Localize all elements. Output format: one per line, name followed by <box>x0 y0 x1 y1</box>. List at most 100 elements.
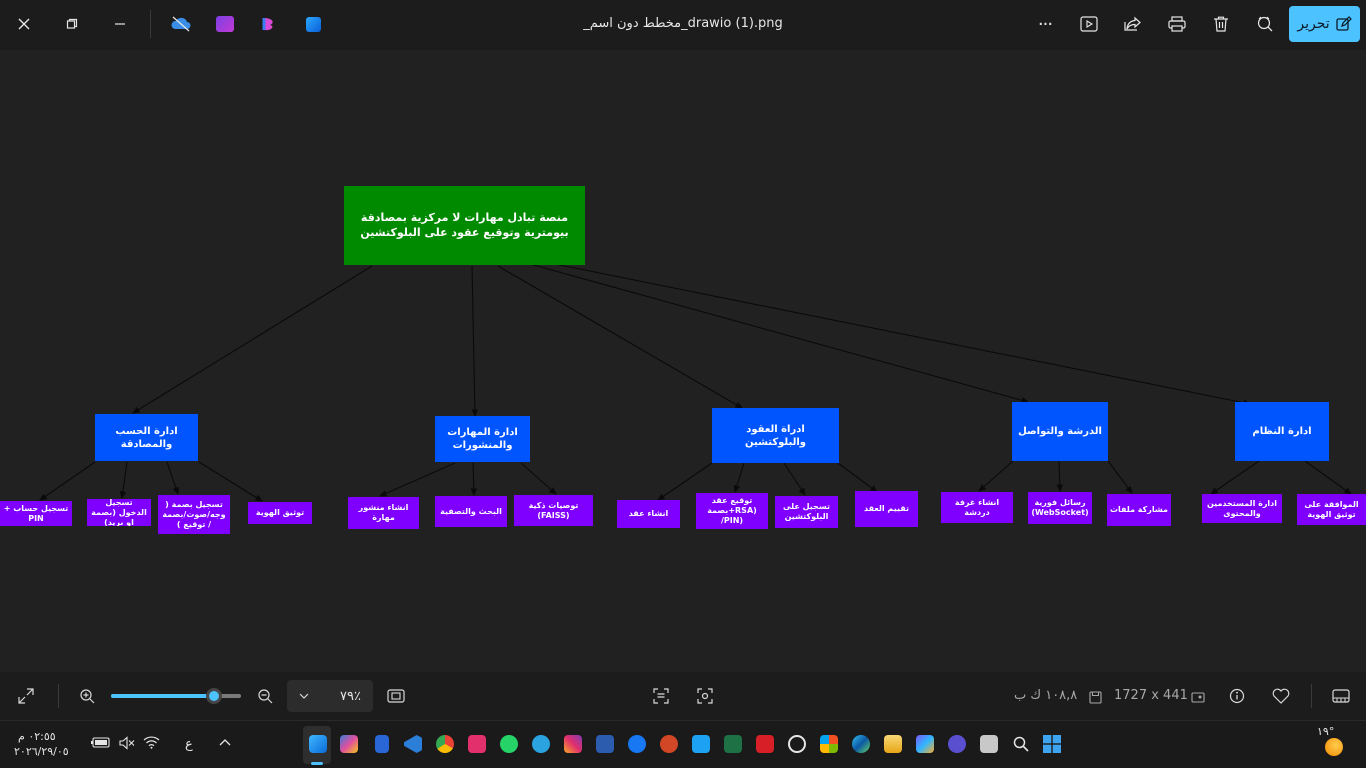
wifi-icon[interactable] <box>143 735 160 753</box>
language-indicator[interactable]: ع <box>185 737 193 752</box>
zoom-value: ٧٩٪ <box>340 688 361 704</box>
acrobat-app-icon[interactable] <box>756 735 774 753</box>
file-size-value: ١٠٨,٨ ك ب <box>1014 688 1078 703</box>
connector-line <box>132 265 373 414</box>
category-node: ادارة المهارات والمنشورات <box>435 416 530 462</box>
leaf-node: توصيات ذكية (FAISS) <box>514 495 593 526</box>
word-app-icon[interactable] <box>596 735 614 753</box>
category-node: ادارة الحسب والمصادقة <box>95 414 198 461</box>
share-icon <box>1124 16 1141 31</box>
toolbar-divider <box>1311 684 1312 708</box>
leaf-node: انشاء عقد <box>617 500 680 528</box>
connector-line <box>1056 460 1064 493</box>
connector-line <box>544 261 1252 406</box>
connector-line <box>166 461 179 496</box>
app-icon-window[interactable] <box>980 735 998 753</box>
filmstrip-button[interactable] <box>1329 684 1353 708</box>
chrome-app-icon[interactable] <box>436 735 454 753</box>
notepad-app-icon[interactable] <box>375 735 389 753</box>
telegram-app-icon[interactable] <box>532 735 550 753</box>
focus-icon <box>697 688 713 704</box>
volume-muted-icon[interactable] <box>119 736 135 754</box>
file-explorer-app-icon[interactable] <box>884 735 902 753</box>
store-app-icon[interactable] <box>820 735 838 753</box>
zoom-out-button[interactable] <box>253 684 277 708</box>
connector-line <box>1210 460 1260 495</box>
crop-focus-button[interactable] <box>693 684 717 708</box>
trash-icon <box>1214 16 1228 32</box>
visual-search-button[interactable] <box>1247 6 1283 42</box>
weather-temp[interactable]: ١٩° <box>1317 725 1334 738</box>
heart-icon <box>1272 688 1290 704</box>
title-bar: _مخطط دون اسم_drawio (1).png ··· تحرير <box>0 0 1366 50</box>
filmstrip-icon <box>1332 689 1350 703</box>
battery-icon[interactable] <box>91 736 111 752</box>
connector-line <box>470 462 478 497</box>
text-scan-button[interactable] <box>649 684 673 708</box>
chatgpt-app-icon[interactable] <box>788 735 806 753</box>
chevron-up-icon <box>219 739 231 746</box>
zoom-in-button[interactable] <box>75 684 99 708</box>
info-icon <box>1229 688 1245 704</box>
connector-line <box>1304 460 1352 495</box>
zoom-dropdown[interactable]: ٧٩٪ <box>287 680 373 712</box>
app-icon-p[interactable] <box>468 735 486 753</box>
clock-date: ٢٠٢٦/٢٩/٠٥ <box>14 745 69 758</box>
scan-text-icon <box>653 688 669 704</box>
office-app-icon[interactable] <box>916 735 934 753</box>
root-node: منصة تبادل مهارات لا مركزية بمصادقة بيوم… <box>344 186 585 265</box>
connector-line <box>471 265 479 418</box>
twitter-app-icon[interactable] <box>692 735 710 753</box>
save-icon <box>1083 685 1107 709</box>
photos-app-icon[interactable] <box>309 735 327 753</box>
actual-size-button[interactable] <box>384 684 408 708</box>
category-node: الدرشة والتواصل <box>1012 402 1108 461</box>
more-button[interactable]: ··· <box>1027 6 1063 42</box>
powerpoint-app-icon[interactable] <box>660 735 678 753</box>
connector-line <box>837 462 878 493</box>
system-clock[interactable]: ٠٢:٥٥ م ٢٠٢٦/٢٩/٠٥ <box>14 729 69 759</box>
connector-line <box>978 460 1014 492</box>
play-icon <box>1080 16 1098 32</box>
edit-button[interactable]: تحرير <box>1289 6 1360 42</box>
connector-line <box>119 461 128 500</box>
edge-app-icon[interactable] <box>852 735 870 753</box>
leaf-node: ادارة المستخدمين والمحتوى <box>1202 494 1282 523</box>
share-button[interactable] <box>1115 6 1151 42</box>
print-button[interactable] <box>1159 6 1195 42</box>
leaf-node: مشاركة ملفات <box>1107 494 1171 526</box>
instagram-app-icon[interactable] <box>564 735 582 753</box>
excel-app-icon[interactable] <box>724 735 742 753</box>
start-button[interactable] <box>1043 735 1061 757</box>
leaf-node: تسجيل على البلوكتشين <box>775 496 838 528</box>
facebook-app-icon[interactable] <box>628 735 646 753</box>
delete-button[interactable] <box>1203 6 1239 42</box>
leaf-node: البحث والتصفية <box>435 496 507 527</box>
zoom-slider-fill <box>111 694 214 698</box>
favorite-button[interactable] <box>1269 684 1293 708</box>
search-button[interactable] <box>1013 736 1029 756</box>
leaf-node: + تسجيل حساب PIN <box>0 501 72 526</box>
connector-line <box>39 461 96 501</box>
file-info-button[interactable] <box>1225 684 1249 708</box>
category-node: ادراة العقود والبلوكتشين <box>712 408 839 463</box>
zoom-slider-thumb[interactable] <box>206 688 222 704</box>
connector-line <box>378 462 456 497</box>
connector-line <box>529 263 1030 404</box>
zoom-slider[interactable] <box>111 688 241 704</box>
file-size: ١٠٨,٨ ك ب <box>1014 688 1077 703</box>
app-icon-c[interactable] <box>948 735 966 753</box>
image-canvas[interactable]: منصة تبادل مهارات لا مركزية بمصادقة بيوم… <box>0 50 1366 672</box>
copilot-app-icon[interactable] <box>340 735 358 753</box>
toolbar-divider <box>58 684 59 708</box>
slideshow-button[interactable] <box>1071 6 1107 42</box>
zoom-in-icon <box>80 689 95 704</box>
vscode-app-icon[interactable] <box>404 735 422 753</box>
full-screen-button[interactable] <box>14 684 38 708</box>
leaf-node: انشاء منشور مهارة <box>348 497 419 529</box>
whatsapp-app-icon[interactable] <box>500 735 518 753</box>
clock-time: ٠٢:٥٥ م <box>18 730 56 743</box>
zoom-out-icon <box>258 689 273 704</box>
show-hidden-icons-button[interactable] <box>219 737 231 752</box>
weather-sun-icon <box>1325 738 1343 756</box>
